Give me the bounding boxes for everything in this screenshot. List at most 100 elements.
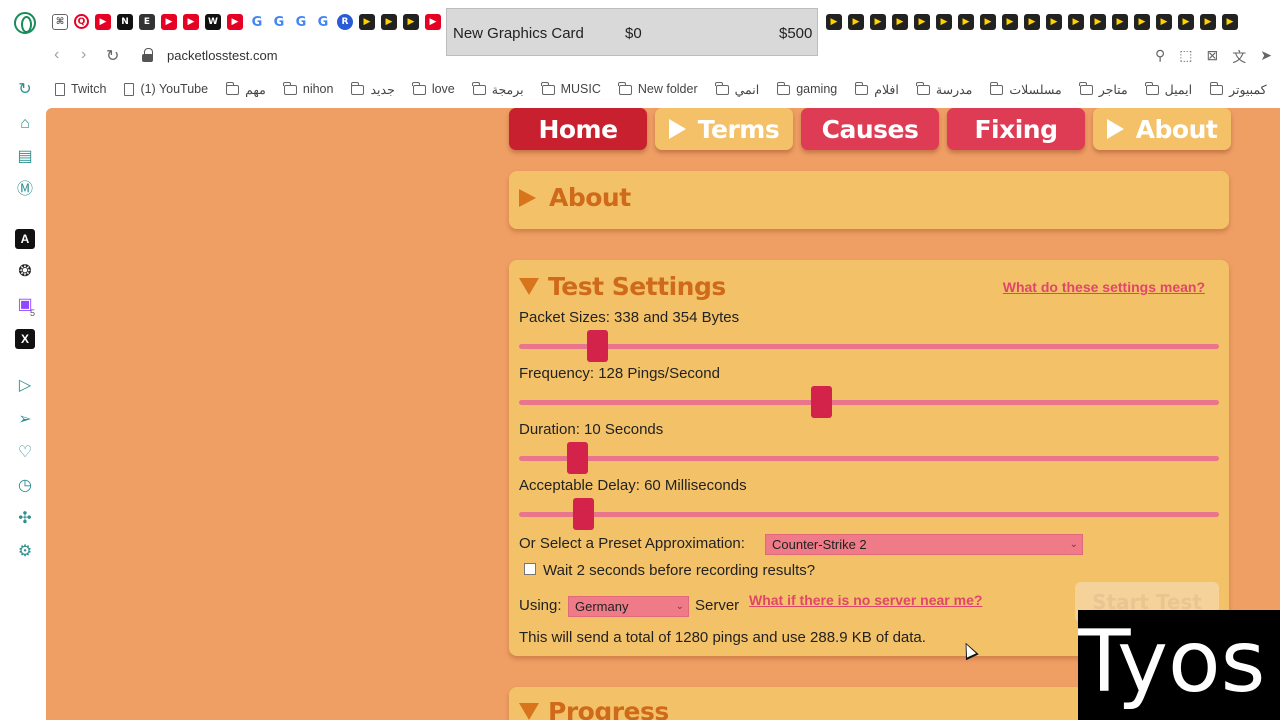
bookmark-folder[interactable]: متاجر [1079,82,1128,97]
lock-icon[interactable] [142,48,153,62]
youtube-icon[interactable]: ▶ [161,14,177,30]
play-tab-icon[interactable]: ▶ [870,14,886,30]
google-icon[interactable]: G [293,14,309,30]
bookmark-folder[interactable]: ايميل [1145,82,1192,97]
bookmark-folder[interactable]: انمي [715,82,759,97]
play-tab-icon[interactable]: ▶ [381,14,397,30]
quora-icon[interactable]: Q [74,14,89,29]
play-tab-icon[interactable]: ▶ [848,14,864,30]
play-tab-icon[interactable]: ▶ [980,14,996,30]
bookmark-folder[interactable]: love [412,82,455,96]
wait-checkbox[interactable] [524,563,536,575]
play-tab-icon[interactable]: ▶ [892,14,908,30]
bookmark-folder[interactable]: مدرسة [916,82,972,97]
extension-x-icon[interactable]: ⊠ [1207,47,1219,67]
notion-icon[interactable]: N [117,14,133,30]
bookmark-twitch[interactable]: Twitch [55,82,106,96]
epic-games-icon[interactable]: E [139,14,155,30]
opera-logo-icon[interactable] [14,12,36,34]
progress-panel-title[interactable]: Progress [519,697,669,720]
server-help-link[interactable]: What if there is no server near me? [749,592,982,608]
shop-icon[interactable]: ⌂ [15,114,35,134]
settings-help-link[interactable]: What do these settings mean? [1003,279,1205,295]
extensions-icon[interactable]: ✣ [15,509,35,529]
about-panel[interactable]: About [509,171,1229,229]
bookmark-folder[interactable]: برمجة [472,82,524,97]
play-tab-icon[interactable]: ▶ [1024,14,1040,30]
packet-sizes-slider[interactable] [519,330,1219,362]
nav-causes-button[interactable]: Causes [801,108,939,150]
play-tab-icon[interactable]: ▶ [1046,14,1062,30]
play-tab-icon[interactable]: ▶ [1002,14,1018,30]
nav-home-button[interactable]: Home [509,108,647,150]
google-icon[interactable]: G [271,14,287,30]
server-select[interactable]: Germany ⌄ [568,596,689,617]
bookmark-folder[interactable]: افلام [854,82,899,97]
bookmark-folder[interactable]: nihon [283,82,333,96]
google-icon[interactable]: G [315,14,331,30]
bookmark-folder[interactable]: New folder [618,82,698,96]
settings-gear-icon[interactable]: ⚙ [15,542,35,562]
heart-icon[interactable]: ♡ [15,443,35,463]
reload-icon[interactable]: ↻ [106,46,119,66]
x-twitter-icon[interactable]: X [15,329,35,349]
test-settings-title[interactable]: Test Settings [519,272,726,301]
nav-terms-button[interactable]: Terms [655,108,793,150]
frequency-slider[interactable] [519,386,1219,418]
gamepad-icon[interactable]: ⌘ [52,14,68,30]
bookmark-folder[interactable]: مسلسلات [989,82,1062,97]
play-tab-icon[interactable]: ▶ [1200,14,1216,30]
maker-icon[interactable]: Ⓜ [15,180,35,200]
forward-arrow-icon[interactable]: › [81,46,86,64]
delay-slider[interactable] [519,498,1219,530]
youtube-icon[interactable]: ▶ [227,14,243,30]
play-tab-icon[interactable]: ▶ [1156,14,1172,30]
play-tab-icon[interactable]: ▶ [1090,14,1106,30]
send-icon[interactable]: ➢ [15,410,35,430]
bookmark-folder[interactable]: كمبيوتر [1209,82,1267,97]
back-arrow-icon[interactable]: ‹ [54,46,59,64]
play-tab-icon[interactable]: ▶ [1178,14,1194,30]
nav-fixing-button[interactable]: Fixing [947,108,1085,150]
play-tab-icon[interactable]: ▶ [1222,14,1238,30]
about-panel-title[interactable]: About [519,183,631,212]
play-tab-icon[interactable]: ▶ [1134,14,1150,30]
refresh-history-icon[interactable]: ↻ [15,80,35,100]
url-field[interactable]: packetlosstest.com [167,48,278,63]
bookmark-folder[interactable]: مهم [225,82,266,97]
w2g-icon[interactable]: W [205,14,221,30]
play-tab-icon[interactable]: ▶ [1112,14,1128,30]
play-tab-icon[interactable]: ▶ [1068,14,1084,30]
play-tab-icon[interactable]: ▶ [359,14,375,30]
translate-icon[interactable]: 文 [1232,47,1246,67]
history-clock-icon[interactable]: ◷ [15,476,35,496]
bookmark-folder[interactable]: جديد [350,82,395,97]
play-tab-icon[interactable]: ▶ [914,14,930,30]
google-icon[interactable]: G [249,14,265,30]
snapshot-icon[interactable]: ⬚ [1179,47,1192,67]
bookmark-youtube[interactable]: (1) YouTube [124,82,208,96]
play-tab-icon[interactable]: ▶ [826,14,842,30]
youtube-icon[interactable]: ▶ [425,14,441,30]
preset-select[interactable]: Counter-Strike 2 ⌄ [765,534,1083,555]
wallet-icon[interactable]: ▤ [15,147,35,167]
bookmark-folder[interactable]: MUSIC [541,82,601,96]
slider-thumb[interactable] [573,498,595,530]
slider-thumb[interactable] [586,330,608,362]
send-icon[interactable]: ➤ [1260,47,1272,67]
r-site-icon[interactable]: R [337,14,353,30]
pin-icon[interactable]: ⚲ [1155,47,1165,67]
bookmark-folder[interactable]: gaming [776,82,837,96]
chatgpt-icon[interactable]: ❂ [15,262,35,282]
player-icon[interactable]: ▷ [15,376,35,396]
duration-slider[interactable] [519,442,1219,474]
play-tab-icon[interactable]: ▶ [403,14,419,30]
play-tab-icon[interactable]: ▶ [936,14,952,30]
aria-icon[interactable]: A [15,229,35,249]
play-tab-icon[interactable]: ▶ [958,14,974,30]
nav-about-button[interactable]: About [1093,108,1231,150]
youtube-icon[interactable]: ▶ [95,14,111,30]
slider-thumb[interactable] [566,442,588,474]
slider-thumb[interactable] [810,386,832,418]
youtube-icon[interactable]: ▶ [183,14,199,30]
